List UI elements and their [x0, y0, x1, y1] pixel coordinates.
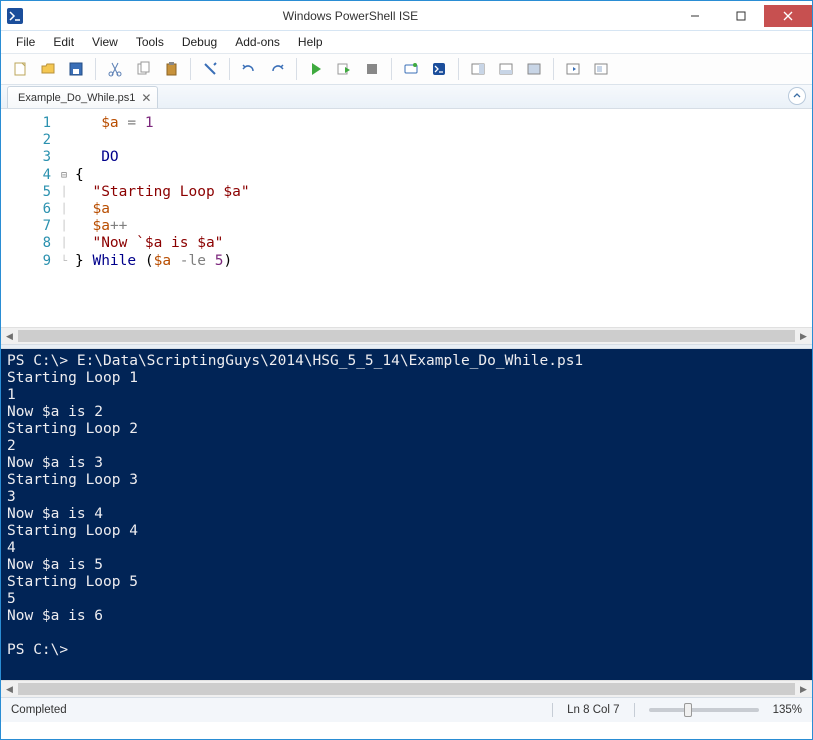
tab-bar: Example_Do_While.ps1 ✕ — [1, 85, 812, 109]
cursor-position: Ln 8 Col 7 — [567, 704, 619, 716]
line-number-gutter: 123456789 — [1, 109, 61, 327]
console-output[interactable]: PS C:\> E:\Data\ScriptingGuys\2014\HSG_5… — [1, 349, 812, 680]
status-message: Completed — [11, 704, 538, 716]
menu-debug[interactable]: Debug — [175, 33, 224, 51]
menu-file[interactable]: File — [9, 33, 42, 51]
launch-shell-button[interactable] — [426, 56, 452, 82]
maximize-button[interactable] — [718, 5, 764, 27]
script-tab[interactable]: Example_Do_While.ps1 ✕ — [7, 86, 158, 108]
remote-button[interactable] — [398, 56, 424, 82]
stop-button[interactable] — [359, 56, 385, 82]
save-button[interactable] — [63, 56, 89, 82]
redo-button[interactable] — [264, 56, 290, 82]
scroll-left-arrow[interactable]: ◀ — [1, 681, 18, 698]
menu-view[interactable]: View — [85, 33, 125, 51]
window-title: Windows PowerShell ISE — [29, 9, 672, 23]
scroll-left-arrow[interactable]: ◀ — [1, 328, 18, 345]
minimize-button[interactable] — [672, 5, 718, 27]
run-button[interactable] — [303, 56, 329, 82]
zoom-level: 135% — [773, 704, 802, 716]
menubar: FileEditViewToolsDebugAdd-onsHelp — [1, 31, 812, 53]
undo-button[interactable] — [236, 56, 262, 82]
scroll-right-arrow[interactable]: ▶ — [795, 328, 812, 345]
options-button[interactable] — [588, 56, 614, 82]
open-button[interactable] — [35, 56, 61, 82]
toolbar — [1, 53, 812, 85]
scrollbar-thumb[interactable] — [18, 330, 795, 342]
zoom-thumb[interactable] — [684, 703, 692, 717]
show-command-button[interactable] — [560, 56, 586, 82]
new-button[interactable] — [7, 56, 33, 82]
cut-button[interactable] — [102, 56, 128, 82]
tab-close-icon[interactable]: ✕ — [141, 92, 151, 104]
collapse-script-pane-button[interactable] — [788, 87, 806, 105]
scrollbar-thumb[interactable] — [18, 683, 795, 695]
zoom-slider[interactable] — [649, 708, 759, 712]
paste-button[interactable] — [158, 56, 184, 82]
menu-edit[interactable]: Edit — [46, 33, 81, 51]
layout-right-button[interactable] — [465, 56, 491, 82]
console-horizontal-scrollbar[interactable]: ◀ ▶ — [1, 680, 812, 697]
titlebar: Windows PowerShell ISE — [1, 1, 812, 31]
run-selection-button[interactable] — [331, 56, 357, 82]
scroll-right-arrow[interactable]: ▶ — [795, 681, 812, 698]
clear-button[interactable] — [197, 56, 223, 82]
app-icon — [1, 1, 29, 31]
code-content[interactable]: $a = 1 DO{ "Starting Loop $a" $a $a++ "N… — [75, 109, 812, 327]
script-editor[interactable]: 123456789 ⊟││││└ $a = 1 DO{ "Starting Lo… — [1, 109, 812, 327]
layout-bottom-button[interactable] — [493, 56, 519, 82]
console-pane: PS C:\> E:\Data\ScriptingGuys\2014\HSG_5… — [1, 349, 812, 698]
copy-button[interactable] — [130, 56, 156, 82]
menu-addons[interactable]: Add-ons — [228, 33, 287, 51]
status-bar: Completed Ln 8 Col 7 135% — [1, 698, 812, 722]
tab-label: Example_Do_While.ps1 — [18, 92, 135, 104]
editor-horizontal-scrollbar[interactable]: ◀ ▶ — [1, 327, 812, 344]
menu-help[interactable]: Help — [291, 33, 330, 51]
menu-tools[interactable]: Tools — [129, 33, 171, 51]
layout-full-button[interactable] — [521, 56, 547, 82]
close-button[interactable] — [764, 5, 812, 27]
fold-gutter[interactable]: ⊟││││└ — [61, 109, 75, 327]
